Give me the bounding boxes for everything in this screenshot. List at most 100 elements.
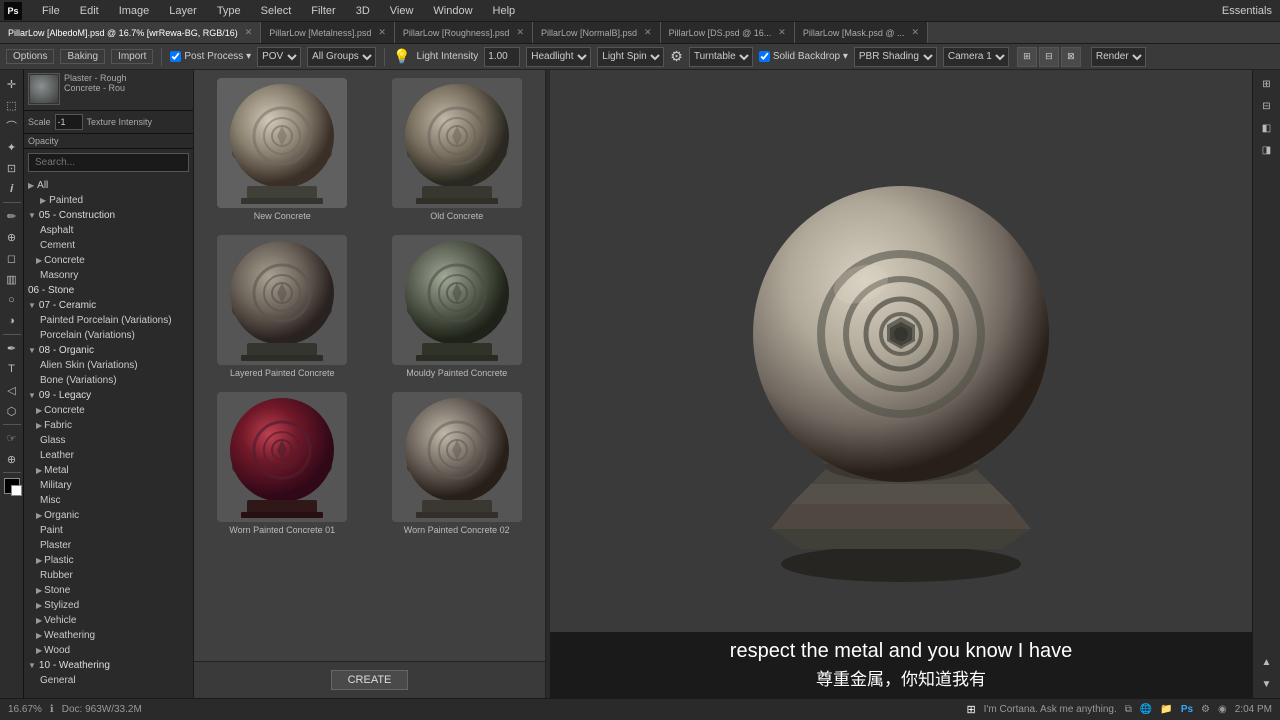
baking-btn[interactable]: Baking (60, 49, 105, 64)
tree-paint[interactable]: Paint (24, 523, 193, 538)
tab-close-1[interactable]: ✕ (378, 27, 386, 38)
tree-organic[interactable]: ▼ 08 - Organic (24, 343, 193, 358)
menu-3d[interactable]: 3D (352, 3, 374, 19)
menu-help[interactable]: Help (489, 3, 520, 19)
tool-eraser[interactable]: ◻ (2, 248, 22, 268)
scale-input[interactable] (55, 114, 83, 130)
tab-4[interactable]: PillarLow [DS.psd @ 16... ✕ (661, 22, 795, 44)
tab-close-5[interactable]: ✕ (911, 27, 919, 38)
tool-type[interactable]: T (2, 359, 22, 379)
pbr-shading-select[interactable]: PBR Shading (854, 47, 937, 67)
tree-stone-cat[interactable]: 06 - Stone (24, 283, 193, 298)
tree-metal[interactable]: ▶ Metal (24, 463, 193, 478)
foreground-color[interactable] (4, 478, 20, 494)
mat-item-sphere-4[interactable]: Worn Painted Concrete 01 (198, 388, 367, 539)
tree-organic2[interactable]: ▶ Organic (24, 508, 193, 523)
tab-5[interactable]: PillarLow [Mask.psd @ ... ✕ (795, 22, 928, 44)
cortana-label[interactable]: I'm Cortana. Ask me anything. (984, 704, 1117, 715)
tree-general[interactable]: General (24, 673, 193, 688)
mat-item-sphere-3[interactable]: Mouldy Painted Concrete (373, 231, 542, 382)
tree-porcelain[interactable]: Porcelain (Variations) (24, 328, 193, 343)
tree-cement[interactable]: Cement (24, 238, 193, 253)
menu-select[interactable]: Select (257, 3, 296, 19)
camera-select[interactable]: Camera 1 (943, 47, 1009, 67)
tree-legacy-concrete[interactable]: ▶ Concrete (24, 403, 193, 418)
tree-glass[interactable]: Glass (24, 433, 193, 448)
turntable-select[interactable]: Turntable (689, 47, 753, 67)
right-icon-5[interactable]: ▲ (1257, 652, 1277, 672)
tree-painted-porcelain[interactable]: Painted Porcelain (Variations) (24, 313, 193, 328)
mat-item-sphere-0[interactable]: New Concrete (198, 74, 367, 225)
headlight-select[interactable]: Headlight (526, 47, 591, 67)
tab-close-3[interactable]: ✕ (644, 27, 652, 38)
tree-rubber[interactable]: Rubber (24, 568, 193, 583)
right-icon-4[interactable]: ◨ (1257, 140, 1277, 160)
menu-window[interactable]: Window (429, 3, 476, 19)
taskbar-chrome[interactable]: ◉ (1218, 704, 1227, 715)
tree-misc[interactable]: Misc (24, 493, 193, 508)
tree-asphalt[interactable]: Asphalt (24, 223, 193, 238)
taskbar-settings[interactable]: ⚙ (1201, 704, 1210, 715)
tool-dodge[interactable]: ◑ (2, 311, 22, 331)
search-input[interactable] (28, 153, 189, 172)
tool-eyedrop[interactable]: 𝒊 (2, 179, 22, 199)
tab-close-4[interactable]: ✕ (778, 27, 786, 38)
tab-0[interactable]: PillarLow [AlbedoM].psd @ 16.7% [wrRewa-… (0, 22, 261, 44)
render-select[interactable]: Render (1091, 47, 1146, 67)
tool-brush[interactable]: ✏ (2, 206, 22, 226)
right-icon-3[interactable]: ◧ (1257, 118, 1277, 138)
tree-weathering-sub[interactable]: ▶ Weathering (24, 628, 193, 643)
tree-stone[interactable]: ▶ Stone (24, 583, 193, 598)
options-btn[interactable]: Options (6, 49, 54, 64)
tree-construction[interactable]: ▼ 05 - Construction (24, 208, 193, 223)
tree-alien-skin[interactable]: Alien Skin (Variations) (24, 358, 193, 373)
layer-thumb-0[interactable] (28, 73, 60, 105)
tree-legacy-fabric[interactable]: ▶ Fabric (24, 418, 193, 433)
light-intensity-input[interactable] (484, 47, 520, 67)
tree-weathering-cat[interactable]: ▼ 10 - Weathering (24, 658, 193, 673)
icon-btn-1[interactable]: ⊞ (1017, 47, 1037, 67)
tree-military[interactable]: Military (24, 478, 193, 493)
import-btn[interactable]: Import (111, 49, 153, 64)
right-icon-6[interactable]: ▼ (1257, 674, 1277, 694)
menu-filter[interactable]: Filter (307, 3, 339, 19)
tab-1[interactable]: PillarLow [Metalness].psd ✕ (261, 22, 395, 44)
menu-edit[interactable]: Edit (76, 3, 103, 19)
tree-masonry[interactable]: Masonry (24, 268, 193, 283)
tree-painted[interactable]: ▶ Painted (24, 193, 193, 208)
tool-blur[interactable]: ○ (2, 290, 22, 310)
mat-item-sphere-5[interactable]: Worn Painted Concrete 02 (373, 388, 542, 539)
tool-crop[interactable]: ⊡ (2, 158, 22, 178)
taskbar-folder[interactable]: 📁 (1160, 704, 1172, 715)
tree-ceramic[interactable]: ▼ 07 - Ceramic (24, 298, 193, 313)
tree-vehicle[interactable]: ▶ Vehicle (24, 613, 193, 628)
essentials-btn[interactable]: Essentials (1218, 3, 1276, 19)
tool-zoom[interactable]: ⊕ (2, 449, 22, 469)
right-icon-1[interactable]: ⊞ (1257, 74, 1277, 94)
taskbar-task-view[interactable]: ⧉ (1125, 704, 1132, 715)
menu-layer[interactable]: Layer (165, 3, 201, 19)
post-process-check[interactable]: Post Process ▾ (170, 51, 251, 62)
taskbar-ie[interactable]: 🌐 (1140, 704, 1152, 715)
tree-leather[interactable]: Leather (24, 448, 193, 463)
menu-type[interactable]: Type (213, 3, 245, 19)
right-icon-2[interactable]: ⊟ (1257, 96, 1277, 116)
tool-pen[interactable]: ✒ (2, 338, 22, 358)
tree-wood[interactable]: ▶ Wood (24, 643, 193, 658)
mat-item-sphere-1[interactable]: Old Concrete (373, 74, 542, 225)
taskbar-start[interactable]: ⊞ (966, 703, 975, 716)
create-button[interactable]: CREATE (331, 670, 409, 690)
tree-plastic[interactable]: ▶ Plastic (24, 553, 193, 568)
tree-concrete-main[interactable]: ▶ Concrete (24, 253, 193, 268)
3d-viewport[interactable]: respect the metal and you know I have 尊重… (550, 70, 1252, 698)
menu-file[interactable]: File (38, 3, 64, 19)
tool-magic[interactable]: ✦ (2, 137, 22, 157)
tree-plaster[interactable]: Plaster (24, 538, 193, 553)
menu-image[interactable]: Image (115, 3, 154, 19)
light-spin-select[interactable]: Light Spin (597, 47, 664, 67)
tool-move[interactable]: ✛ (2, 74, 22, 94)
tool-gradient[interactable]: ▥ (2, 269, 22, 289)
tree-stylized[interactable]: ▶ Stylized (24, 598, 193, 613)
tool-hand[interactable]: ☞ (2, 428, 22, 448)
all-groups-select[interactable]: All Groups (307, 47, 376, 67)
